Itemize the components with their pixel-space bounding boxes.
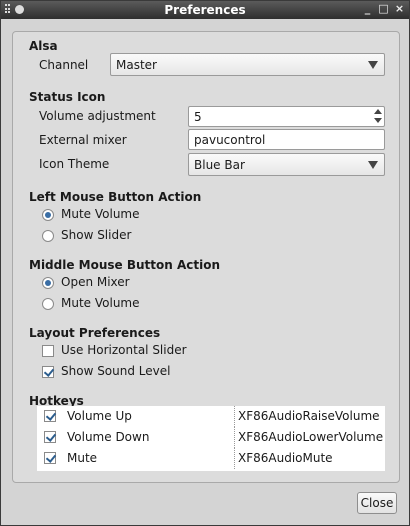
middle-open-mixer-label[interactable]: Open Mixer (61, 275, 130, 289)
alsa-heading: Alsa (29, 39, 58, 53)
icon-theme-value: Blue Bar (194, 158, 245, 172)
table-row[interactable]: Volume Up XF86AudioRaiseVolume (37, 406, 385, 427)
spin-up-icon[interactable] (374, 109, 382, 114)
hotkey-key[interactable]: XF86AudioLowerVolume (238, 430, 383, 444)
maximize-icon[interactable]: □ (378, 3, 389, 15)
table-row[interactable]: Volume Down XF86AudioLowerVolume (37, 427, 385, 448)
chevron-down-icon (368, 61, 378, 69)
icon-theme-combo[interactable]: Blue Bar (188, 153, 385, 176)
left-mouse-heading: Left Mouse Button Action (29, 190, 202, 204)
external-mixer-label: External mixer (39, 133, 127, 147)
spin-down-icon[interactable] (374, 118, 382, 123)
middle-open-mixer-radio[interactable] (42, 277, 54, 289)
channel-label: Channel (39, 58, 89, 72)
preferences-window: Preferences _ □ × Alsa Channel Master St… (0, 0, 410, 526)
minimize-icon[interactable]: _ (362, 3, 373, 15)
horizontal-slider-checkbox[interactable] (42, 345, 54, 357)
column-divider (234, 427, 235, 448)
hotkey-key[interactable]: XF86AudioMute (238, 451, 333, 465)
left-mute-volume-radio[interactable] (42, 209, 54, 221)
column-divider (234, 406, 235, 427)
hotkey-key[interactable]: XF86AudioRaiseVolume (238, 409, 380, 423)
close-window-icon[interactable]: × (394, 3, 405, 15)
title-bar[interactable]: Preferences _ □ × (1, 1, 409, 19)
hotkey-name: Volume Up (67, 409, 132, 423)
icon-theme-label: Icon Theme (39, 157, 110, 171)
close-button[interactable]: Close (357, 492, 397, 514)
channel-combo[interactable]: Master (110, 53, 385, 76)
left-show-slider-radio[interactable] (42, 230, 54, 242)
volume-down-checkbox[interactable] (44, 431, 56, 443)
show-sound-level-label[interactable]: Show Sound Level (61, 364, 170, 378)
show-sound-level-checkbox[interactable] (42, 366, 54, 378)
channel-value: Master (116, 58, 157, 72)
middle-mouse-heading: Middle Mouse Button Action (29, 258, 221, 272)
volume-adjustment-value: 5 (194, 110, 202, 124)
status-icon-heading: Status Icon (29, 90, 106, 104)
column-divider (234, 448, 235, 469)
volume-adjustment-label: Volume adjustment (39, 109, 156, 123)
volume-adjustment-spinner[interactable]: 5 (188, 106, 385, 127)
layout-prefs-heading: Layout Preferences (29, 326, 161, 340)
table-row[interactable]: Mute XF86AudioMute (37, 448, 385, 469)
volume-up-checkbox[interactable] (44, 410, 56, 422)
middle-mute-volume-radio[interactable] (42, 298, 54, 310)
external-mixer-input[interactable]: pavucontrol (188, 129, 385, 150)
hotkey-name: Volume Down (67, 430, 150, 444)
left-mute-volume-label[interactable]: Mute Volume (61, 207, 140, 221)
middle-mute-volume-label[interactable]: Mute Volume (61, 296, 140, 310)
external-mixer-value: pavucontrol (194, 133, 266, 147)
hotkeys-table: Volume Up XF86AudioRaiseVolume Volume Do… (37, 406, 385, 471)
left-show-slider-label[interactable]: Show Slider (61, 228, 131, 242)
hotkey-name: Mute (67, 451, 98, 465)
chevron-down-icon (368, 161, 378, 169)
horizontal-slider-label[interactable]: Use Horizontal Slider (61, 343, 187, 357)
window-title: Preferences (164, 3, 246, 17)
mute-checkbox[interactable] (44, 452, 56, 464)
